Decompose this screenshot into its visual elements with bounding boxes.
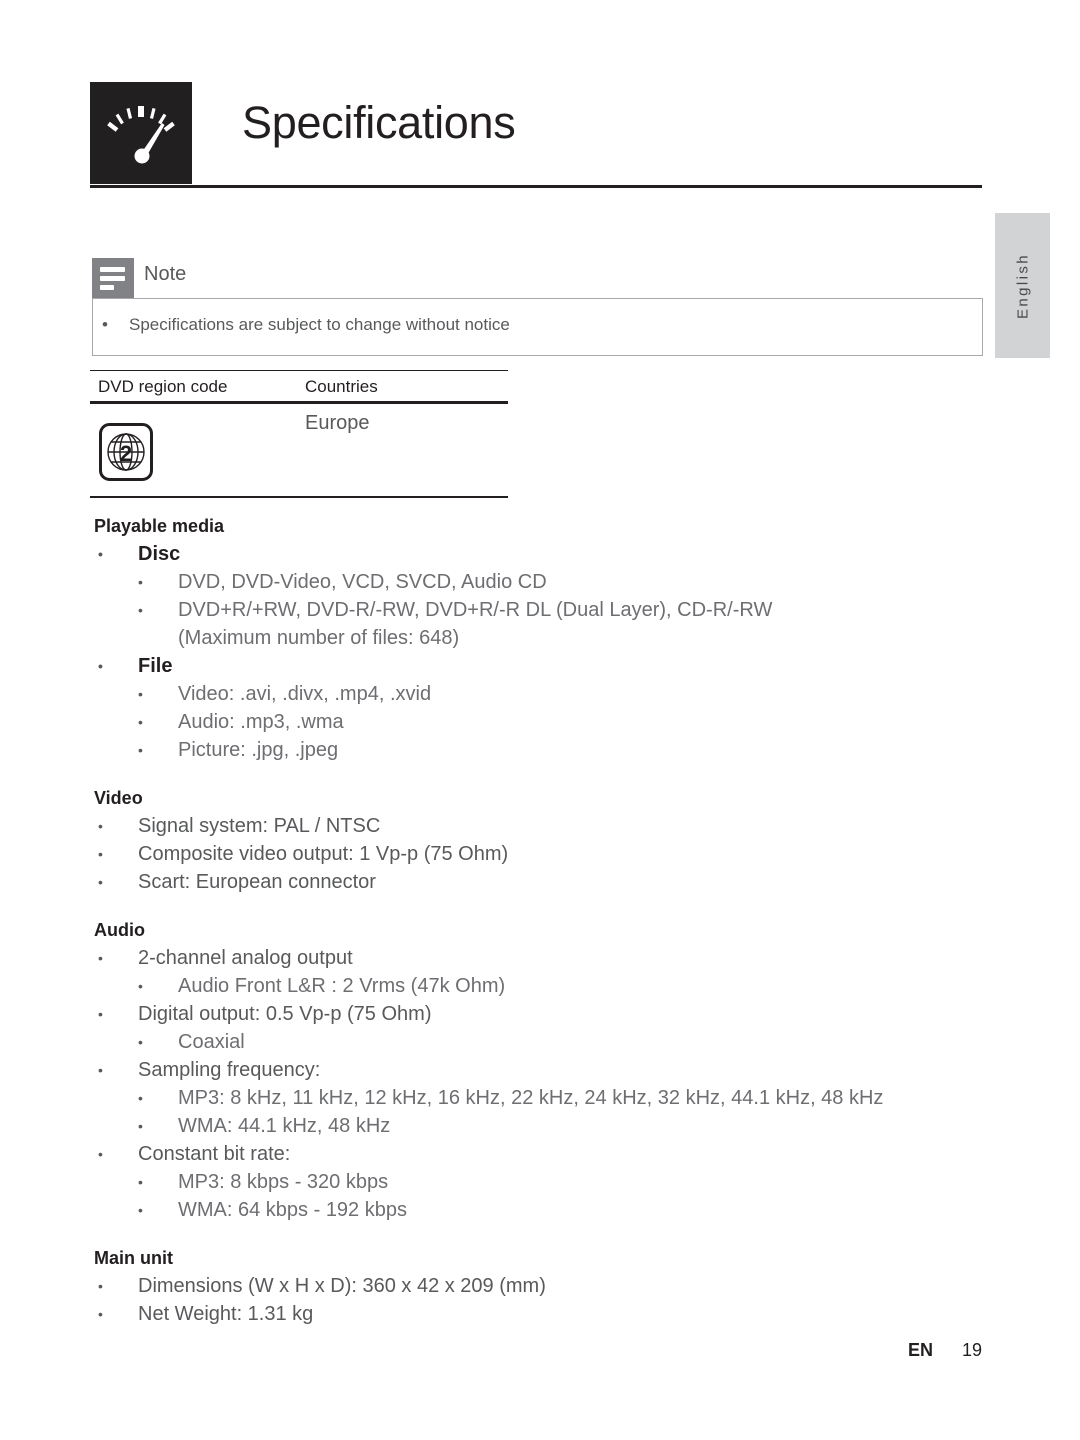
bullet-glyph: • <box>138 1174 143 1190</box>
list-item-text: Net Weight: 1.31 kg <box>138 1303 314 1325</box>
list-item: • Picture: .jpg, .jpeg <box>94 736 984 764</box>
section-heading: Playable media <box>94 516 225 536</box>
note-label: Note <box>144 263 187 285</box>
bullet-glyph: • <box>138 1118 143 1134</box>
list-item: • File <box>94 652 984 680</box>
page-footer: EN 19 <box>0 1340 1080 1370</box>
list-item-text: Constant bit rate: <box>138 1143 291 1165</box>
bullet-glyph: • <box>138 686 143 702</box>
list-item: • Sampling frequency: <box>94 1056 984 1084</box>
list-item-text: WMA: 64 kbps - 192 kbps <box>178 1199 407 1221</box>
bullet-glyph: • <box>98 874 103 890</box>
list-item: • Signal system: PAL / NTSC <box>94 812 984 840</box>
list-item: • WMA: 64 kbps - 192 kbps <box>94 1196 984 1224</box>
note-box: Note • Specifications are subject to chan… <box>92 258 983 356</box>
list-item: • DVD, DVD-Video, VCD, SVCD, Audio CD <box>94 568 984 596</box>
list-item: • 2-channel analog output <box>94 944 984 972</box>
table-cell-country: Europe <box>305 412 370 434</box>
list-item: • Digital output: 0.5 Vp-p (75 Ohm) <box>94 1000 984 1028</box>
section-heading: Main unit <box>94 1248 173 1268</box>
bullet-glyph: • <box>98 950 103 966</box>
note-body: • Specifications are subject to change wi… <box>92 298 983 356</box>
list-item: • Scart: European connector <box>94 868 984 896</box>
list-item: • DVD+R/+RW, DVD-R/-RW, DVD+R/-R DL (Dual… <box>94 596 984 652</box>
list-item: • Constant bit rate: <box>94 1140 984 1168</box>
list-item-text: Composite video output: 1 Vp-p (75 Ohm) <box>138 843 509 865</box>
bullet-glyph: • <box>98 818 103 834</box>
page-title: Specifications <box>242 97 516 148</box>
bullet-glyph: • <box>138 1034 143 1050</box>
bullet-glyph: • <box>138 978 143 994</box>
list-item: • MP3: 8 kHz, 11 kHz, 12 kHz, 16 kHz, 22 … <box>94 1084 984 1112</box>
footer-page-number: 19 <box>962 1340 983 1360</box>
document-page: Specifications English Note • Specificati… <box>0 0 1080 1440</box>
list-item-text: Signal system: PAL / NTSC <box>138 815 381 837</box>
list-item-text: MP3: 8 kHz, 11 kHz, 12 kHz, 16 kHz, 22 k… <box>178 1087 884 1109</box>
bullet-glyph: • <box>98 546 103 562</box>
list-item-text: WMA: 44.1 kHz, 48 kHz <box>178 1115 391 1137</box>
bullet-glyph: • <box>98 1006 103 1022</box>
table-header-row: DVD region code Countries <box>90 371 508 401</box>
bullet-glyph: • <box>98 1062 103 1078</box>
list-item-text: Audio: .mp3, .wma <box>178 711 344 733</box>
language-side-tab: English <box>995 213 1050 358</box>
list-item: • Audio: .mp3, .wma <box>94 708 984 736</box>
list-item-text: Audio Front L&R : 2 Vrms (47k Ohm) <box>178 975 506 997</box>
list-item-text: Digital output: 0.5 Vp-p (75 Ohm) <box>138 1003 432 1025</box>
list-item-text: Sampling frequency: <box>138 1059 321 1081</box>
chapter-header: Specifications <box>90 82 982 190</box>
list-item-text: DVD+R/+RW, DVD-R/-RW, DVD+R/-R DL (Dual … <box>178 599 773 621</box>
list-item: • Dimensions (W x H x D): 360 x 42 x 209 … <box>94 1272 984 1300</box>
bullet-glyph: • <box>138 742 143 758</box>
table-bottom-rule <box>90 496 508 498</box>
list-item-text: DVD, DVD-Video, VCD, SVCD, Audio CD <box>178 571 547 593</box>
list-item-text: Coaxial <box>178 1031 245 1053</box>
list-item-text: Scart: European connector <box>138 871 376 893</box>
bullet-glyph: • <box>98 1278 103 1294</box>
bullet-glyph: • <box>98 1146 103 1162</box>
footer-language: EN <box>908 1340 934 1360</box>
note-lines-icon <box>92 258 134 298</box>
note-item-text: Specifications are subject to change wit… <box>129 315 510 334</box>
bullet-glyph: • <box>138 602 143 618</box>
bullet-glyph: • <box>102 315 108 334</box>
list-item-continuation: (Maximum number of files: 648) <box>178 627 460 649</box>
specifications-content: Playable media • Disc • DVD, DVD-Video, VCD,… <box>94 512 984 1328</box>
list-item-text: Dimensions (W x H x D): 360 x 42 x 209 (… <box>138 1275 546 1297</box>
svg-text:2: 2 <box>120 441 132 466</box>
table-row: 2 Europe <box>90 404 508 496</box>
list-item-text: Disc <box>138 543 181 565</box>
list-item: • Composite video output: 1 Vp-p (75 Ohm) <box>94 840 984 868</box>
list-item-text: Video: .avi, .divx, .mp4, .xvid <box>178 683 432 705</box>
list-item-text: Picture: .jpg, .jpeg <box>178 739 339 761</box>
list-item-text: MP3: 8 kbps - 320 kbps <box>178 1171 389 1193</box>
bullet-glyph: • <box>138 1090 143 1106</box>
section-heading: Video <box>94 788 143 808</box>
list-item: • Video: .avi, .divx, .mp4, .xvid <box>94 680 984 708</box>
table-header-dvd-region-code: DVD region code <box>98 377 228 396</box>
bullet-glyph: • <box>98 658 103 674</box>
dvd-region-table: DVD region code Countries 2 Europe <box>90 370 508 498</box>
bullet-glyph: • <box>98 846 103 862</box>
dvd-region-2-globe-icon: 2 <box>98 422 154 482</box>
list-item-text: 2-channel analog output <box>138 947 353 969</box>
header-divider <box>90 185 982 188</box>
bullet-glyph: • <box>138 1202 143 1218</box>
table-header-countries: Countries <box>305 377 378 396</box>
list-item: • Coaxial <box>94 1028 984 1056</box>
note-item: • Specifications are subject to change wi… <box>102 315 510 335</box>
list-item: • WMA: 44.1 kHz, 48 kHz <box>94 1112 984 1140</box>
section-heading: Audio <box>94 920 145 940</box>
speedometer-icon <box>90 82 192 184</box>
list-item-text: File <box>138 655 173 677</box>
bullet-glyph: • <box>138 714 143 730</box>
list-item: • Disc <box>94 540 984 568</box>
note-header: Note <box>92 258 983 298</box>
list-item: • MP3: 8 kbps - 320 kbps <box>94 1168 984 1196</box>
list-item: • Net Weight: 1.31 kg <box>94 1300 984 1328</box>
language-side-tab-label: English <box>1014 252 1031 319</box>
bullet-glyph: • <box>98 1306 103 1322</box>
list-item: • Audio Front L&R : 2 Vrms (47k Ohm) <box>94 972 984 1000</box>
bullet-glyph: • <box>138 574 143 590</box>
